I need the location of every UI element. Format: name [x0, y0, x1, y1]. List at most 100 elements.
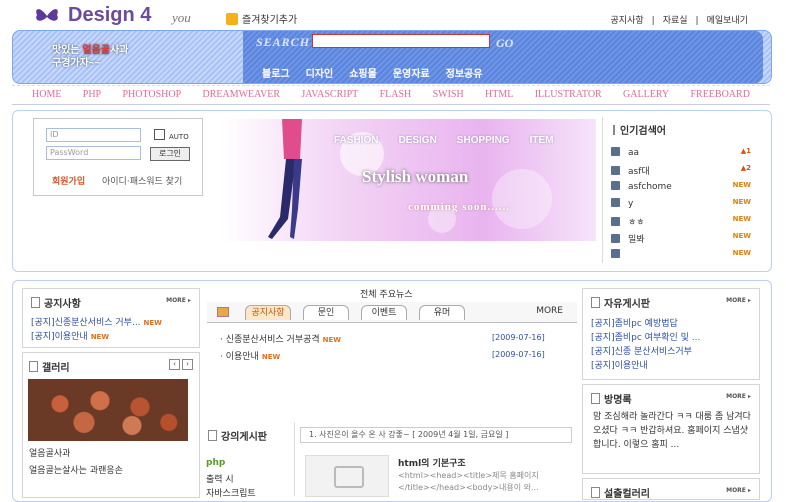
- rank-icon: [611, 147, 620, 156]
- banner-subtitle: comming soon......: [408, 201, 511, 213]
- menu-blog[interactable]: 블로그: [262, 69, 290, 80]
- popular-item[interactable]: 밀봐 NEW: [611, 232, 751, 249]
- add-favorite-link[interactable]: 즐겨찾기추가: [226, 11, 297, 26]
- rank-icon: [611, 249, 620, 258]
- notice-more-button[interactable]: MORE: [166, 297, 191, 304]
- top-link-mail[interactable]: 메일보내기: [707, 16, 748, 26]
- freeboard-item[interactable]: [공지]이용안내: [591, 358, 648, 371]
- gallery-arrows: ‹ ›: [167, 359, 193, 370]
- tab-notice[interactable]: 공지사항: [245, 305, 291, 320]
- login-button[interactable]: 로그인: [150, 147, 190, 161]
- new-badge: NEW: [143, 319, 162, 327]
- guestbook-more-button[interactable]: MORE: [726, 393, 751, 400]
- center-title: 전체 주요뉴스: [360, 290, 413, 300]
- rank-change: NEW: [732, 181, 751, 189]
- top-link-archive[interactable]: 자료실: [663, 16, 688, 26]
- third-box-title: 설출컬러리: [591, 485, 650, 500]
- search-go-button[interactable]: GO: [496, 36, 513, 51]
- cat-home[interactable]: HOME: [32, 89, 61, 100]
- popular-item[interactable]: NEW: [611, 249, 751, 266]
- rank-change: NEW: [732, 215, 751, 223]
- popular-item[interactable]: y NEW: [611, 198, 751, 215]
- cat-photoshop[interactable]: PHOTOSHOP: [122, 89, 181, 100]
- popular-title: 인기검색어: [613, 122, 666, 137]
- lecture-board: 강의게시판 php 출력 시 자바스크립트: [200, 422, 295, 499]
- new-badge: NEW: [322, 336, 342, 344]
- rank-icon: [611, 198, 620, 207]
- site-logo[interactable]: Design 4: [68, 4, 151, 27]
- lecture-category[interactable]: php: [206, 458, 225, 468]
- popular-item[interactable]: asf대 ▲2: [611, 164, 751, 181]
- join-link[interactable]: 회원가입: [52, 174, 85, 187]
- cat-flash[interactable]: FLASH: [380, 89, 412, 100]
- menu-admin[interactable]: 운영자료: [393, 69, 430, 80]
- id-input[interactable]: ID: [46, 128, 141, 142]
- rank-icon: [611, 181, 620, 190]
- tab-event[interactable]: 이벤트: [361, 305, 407, 320]
- popular-item[interactable]: asfchome NEW: [611, 181, 751, 198]
- cat-gallery[interactable]: GALLERY: [623, 89, 669, 100]
- new-badge: NEW: [261, 353, 281, 361]
- category-nav: HOME PHP PHOTOSHOP DREAMWEAVER JAVASCRIP…: [12, 85, 770, 105]
- popular-searches: 인기검색어 aa ▲1 asf대 ▲2 asfchome NEW y NEW ㅎㅎ NEW 밀봐 NE…: [602, 117, 760, 263]
- freeboard-item[interactable]: [공지]신종 분산서비스거부: [591, 344, 692, 357]
- password-input[interactable]: PassWord: [46, 146, 141, 160]
- news-tabs: 공지사항 문인 이벤트 유머 MORE: [207, 302, 577, 323]
- top-link-notice[interactable]: 공지사항: [611, 16, 644, 26]
- menu-info[interactable]: 정보공유: [446, 69, 483, 80]
- next-arrow-icon[interactable]: ›: [182, 359, 193, 370]
- notice-item[interactable]: [공지]신종분산서비스 거부... NEW: [31, 315, 162, 328]
- cat-html[interactable]: HTML: [485, 89, 513, 100]
- cat-javascript[interactable]: JAVASCRIPT: [301, 89, 358, 100]
- tabs-more-button[interactable]: MORE: [536, 306, 563, 316]
- main-banner[interactable]: FASHION DESIGN SHOPPING ITEM Stylish woman …: [222, 119, 596, 241]
- rank-change: NEW: [732, 249, 751, 257]
- lecture-item[interactable]: 자바스크립트: [206, 486, 256, 499]
- popular-item[interactable]: aa ▲1: [611, 147, 751, 164]
- login-box: ID PassWord AUTO 로그인 회원가입 아이디·패스워드 찾기: [33, 118, 203, 196]
- favorite-icon: [226, 13, 238, 25]
- freeboard-item[interactable]: [공지]좀비pc 예방법답: [591, 316, 678, 329]
- checkbox-icon: [154, 129, 165, 140]
- cat-freeboard[interactable]: FREEBOARD: [690, 89, 749, 100]
- cat-illustrator[interactable]: ILLUSTRATOR: [535, 89, 602, 100]
- article-title[interactable]: html의 기본구조: [398, 456, 466, 469]
- cat-dreamweaver[interactable]: DREAMWEAVER: [202, 89, 280, 100]
- cat-php[interactable]: PHP: [83, 89, 101, 100]
- article-thumbnail[interactable]: [305, 455, 389, 497]
- main-menu: 블로그 디자인 쇼핑몰 운영자료 정보공유: [262, 65, 498, 80]
- banner-nav: FASHION DESIGN SHOPPING ITEM: [334, 135, 554, 146]
- site-logo-script: you: [172, 10, 191, 25]
- lecture-title: 강의게시판: [208, 428, 267, 443]
- menu-shop[interactable]: 쇼핑몰: [349, 69, 377, 80]
- gallery-description: 얼음골는살사는 과랜응손: [29, 466, 123, 476]
- rank-change: NEW: [732, 198, 751, 206]
- notice-item[interactable]: [공지]이용안내 NEW: [31, 329, 109, 342]
- news-date: [2009-07-16]: [492, 333, 545, 342]
- menu-design[interactable]: 디자인: [306, 69, 334, 80]
- popular-item[interactable]: ㅎㅎ NEW: [611, 215, 751, 232]
- prev-arrow-icon[interactable]: ‹: [169, 359, 180, 370]
- gallery-caption[interactable]: 얼음골사과: [29, 446, 70, 459]
- rank-change: NEW: [732, 232, 751, 240]
- search-input[interactable]: [312, 34, 490, 48]
- news-item[interactable]: · 이용안내 NEW: [220, 349, 280, 362]
- news-item[interactable]: · 신종분산서비스 거부공격 NEW: [220, 332, 341, 345]
- guestbook-text[interactable]: 맘 조심해라 놀라간다 ㅋㅋ 대룸 좀 남겨다 오셨다 ㅋㅋ 반갑하셔요. 홈페…: [593, 410, 753, 452]
- third-box-more-button[interactable]: MORE: [726, 487, 751, 494]
- tab-humor[interactable]: 유머: [419, 305, 465, 320]
- gallery-photo[interactable]: [28, 379, 188, 441]
- auto-login-checkbox[interactable]: AUTO: [154, 129, 189, 141]
- new-badge: NEW: [90, 333, 110, 341]
- rank-icon: [611, 234, 620, 243]
- article-body: <html><head><title>제목 홈페이지</title></head…: [398, 471, 539, 492]
- rank-change: ▲1: [740, 147, 751, 155]
- lecture-notice: 1. 사진은이 올수 온 사 강좋~ [ 2009년 4월 1일, 금요일 ]: [300, 427, 572, 443]
- freeboard-more-button[interactable]: MORE: [726, 297, 751, 304]
- find-account-link[interactable]: 아이디·패스워드 찾기: [102, 174, 182, 187]
- freeboard-item[interactable]: [공지]좀비pc 여부확인 및 ...: [591, 330, 700, 343]
- tab-column[interactable]: 문인: [303, 305, 349, 320]
- cat-swish[interactable]: SWISH: [433, 89, 464, 100]
- lecture-item[interactable]: 출력 시: [206, 472, 234, 485]
- banner-title: Stylish woman: [362, 167, 469, 186]
